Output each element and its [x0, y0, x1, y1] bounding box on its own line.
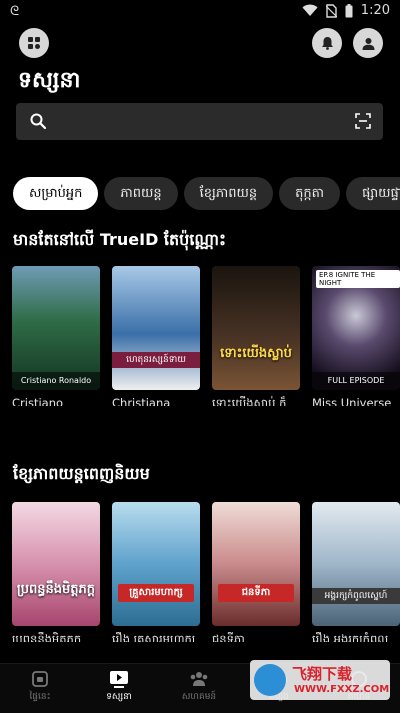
content-card[interactable]: ជនទីភា ជនទីភា: [212, 502, 300, 642]
section-title-exclusive: មានតែនៅលើ TrueID តែប៉ុណ្ណោះ: [13, 230, 227, 249]
card-title: Christiana Ronaldo: [112, 396, 171, 406]
search-input[interactable]: [60, 109, 340, 133]
content-card[interactable]: គ្រួសារមហាក្ស រឿង គ្រួសារមហាក្ស: [112, 502, 200, 642]
nav-community[interactable]: សហគមន៍: [169, 670, 229, 704]
thumb-caption: FULL EPISODE: [312, 372, 400, 390]
community-icon: [190, 672, 208, 686]
apps-button[interactable]: [19, 28, 49, 58]
status-icons: 1:20: [302, 3, 390, 18]
card-thumbnail: អង្គរក្សកំពូលស្នេហ៍: [312, 502, 400, 626]
watermark-url: WWW.FXXZ.COM: [294, 684, 390, 695]
card-thumbnail: គ្រួសារមហាក្ស: [112, 502, 200, 626]
battery-icon: [345, 3, 353, 17]
nav-watch[interactable]: ទស្សនា: [89, 670, 149, 704]
watermark: 飞翔下载 WWW.FXXZ.COM: [250, 660, 390, 700]
status-time: 1:20: [360, 3, 390, 18]
nav-label: ទស្សនា: [106, 692, 132, 702]
thumb-headline: ជនទីភា: [218, 584, 294, 602]
status-bar: ᘓ 1:20: [0, 0, 400, 24]
thumb-caption: Cristiano Ronaldo: [12, 372, 100, 390]
card-title: រឿង អង្គរក្សកំពូលស្នេហ៍: [312, 632, 389, 642]
thumb-banner: ហេតុនរស្សន៍ទាយ: [112, 352, 200, 368]
profile-button[interactable]: [353, 28, 383, 58]
thumb-headline: ប្រពន្ធនឹងមិត្តភក្ដ: [16, 582, 96, 597]
nav-label: ផ្ទៃនេះ: [29, 692, 51, 702]
page-title: ទស្សនា: [18, 68, 81, 93]
card-title: Cristiano Ronaldo: [12, 396, 64, 406]
home-icon: [32, 671, 48, 687]
wifi-icon: [302, 4, 318, 16]
chip-live[interactable]: ផ្សាយផ្ទាល់: [346, 177, 400, 210]
card-title: ប្រពន្ធនឹងមិត្តភក្ដ: [12, 632, 82, 642]
card-thumbnail: ជនទីភា: [212, 502, 300, 626]
thumb-banner: អង្គរក្សកំពូលស្នេហ៍: [312, 588, 400, 604]
chip-for-you[interactable]: សម្រាប់អ្នក: [13, 177, 99, 210]
nav-label: សហគមន៍: [181, 692, 217, 702]
card-title: ទោះយើងស្លាប់ ក៏យើងនៅតែស្នេហា...: [212, 396, 287, 406]
play-icon: [110, 671, 128, 688]
nav-home[interactable]: ផ្ទៃនេះ: [10, 670, 70, 704]
search-icon: [30, 113, 46, 129]
content-card[interactable]: Cristiano Ronaldo Cristiano Ronaldo: [12, 266, 100, 406]
user-icon: [362, 37, 374, 50]
card-thumbnail: ទោះយើងស្លាប់: [212, 266, 300, 390]
no-sim-icon: [325, 3, 337, 18]
content-card[interactable]: ទោះយើងស្លាប់ ទោះយើងស្លាប់ ក៏យើងនៅតែស្នេហ…: [212, 266, 300, 406]
card-thumbnail: Cristiano Ronaldo: [12, 266, 100, 390]
card-title: Miss Universe Thailand 202...: [312, 396, 392, 406]
section-title-popular-films: ខ្សែភាពយន្តពេញនិយម: [13, 464, 150, 483]
episode-badge: EP.8 IGNITE THE NIGHT: [316, 270, 400, 288]
grid-icon: [28, 37, 40, 49]
popular-films-row: ប្រពន្ធនឹងមិត្តភក្ដ ប្រពន្ធនឹងមិត្តភក្ដ …: [12, 502, 400, 642]
thumb-headline: ទោះយើងស្លាប់: [220, 346, 292, 361]
card-thumbnail: ប្រពន្ធនឹងមិត្តភក្ដ: [12, 502, 100, 626]
card-title: ជនទីភា: [212, 632, 245, 642]
scan-icon[interactable]: [355, 113, 371, 129]
content-card[interactable]: ហេតុនរស្សន៍ទាយ Christiana Ronaldo: [112, 266, 200, 406]
content-card[interactable]: អង្គរក្សកំពូលស្នេហ៍ រឿង អង្គរក្សកំពូលស្ន…: [312, 502, 400, 642]
card-title: រឿង គ្រួសារមហាក្ស: [112, 632, 196, 642]
chip-cartoons[interactable]: តុក្កតា: [279, 177, 341, 210]
card-thumbnail: ហេតុនរស្សន៍ទាយ: [112, 266, 200, 390]
notifications-button[interactable]: [312, 28, 342, 58]
search-bar[interactable]: [16, 103, 383, 140]
category-chips: សម្រាប់អ្នក ភាពយន្ត ខ្សែភាពយន្ត តុក្កតា ផ្សា…: [13, 177, 400, 211]
watermark-logo-icon: [254, 664, 286, 696]
bell-icon: [321, 37, 333, 50]
content-card[interactable]: ប្រពន្ធនឹងមិត្តភក្ដ ប្រពន្ធនឹងមិត្តភក្ដ: [12, 502, 100, 642]
thumb-headline: គ្រួសារមហាក្ស: [118, 584, 194, 602]
watermark-text: 飞翔下载: [292, 665, 353, 683]
content-card[interactable]: EP.8 IGNITE THE NIGHT FULL EPISODE Miss …: [312, 266, 400, 406]
exclusive-row: Cristiano Ronaldo Cristiano Ronaldo ហេតុ…: [12, 266, 400, 406]
chip-film-series[interactable]: ខ្សែភាពយន្ត: [183, 177, 274, 210]
card-thumbnail: EP.8 IGNITE THE NIGHT FULL EPISODE: [312, 266, 400, 390]
chip-movies[interactable]: ភាពយន្ត: [104, 177, 178, 210]
carrier-icon: ᘓ: [10, 4, 20, 19]
